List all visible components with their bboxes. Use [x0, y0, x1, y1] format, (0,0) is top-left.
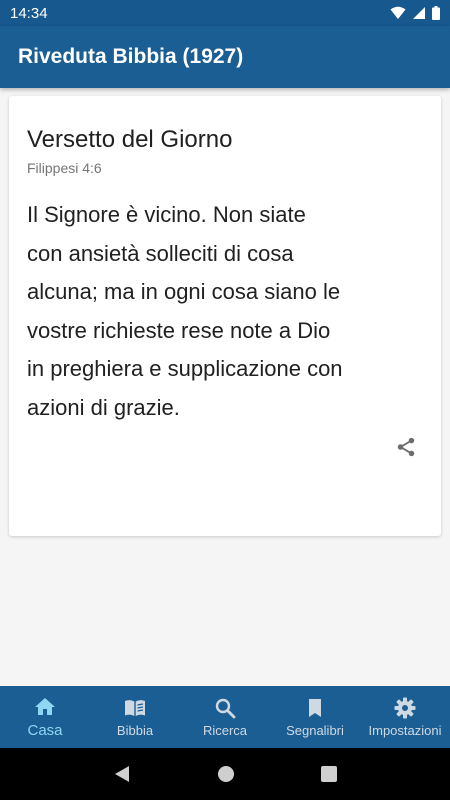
verse-line: Il Signore è vicino. Non siate	[27, 202, 306, 227]
verse-card: Versetto del Giorno Filippesi 4:6 Il Sig…	[9, 96, 441, 536]
card-title: Versetto del Giorno	[27, 126, 233, 153]
nav-label: Impostazioni	[368, 723, 442, 738]
verse-text: Il Signore è vicino. Non siate con ansie…	[27, 196, 407, 427]
verse-line: alcuna; ma in ogni cosa siano le	[27, 279, 341, 304]
verse-line: in preghiera e supplicazione con	[27, 356, 343, 381]
back-icon[interactable]	[113, 765, 131, 783]
nav-item-casa[interactable]: Casa	[0, 686, 90, 748]
app-title: Riveduta Bibbia (1927)	[18, 45, 244, 68]
verse-reference: Filippesi 4:6	[27, 160, 102, 176]
share-icon	[397, 437, 415, 457]
wifi-icon	[390, 6, 406, 19]
nav-item-bibbia[interactable]: Bibbia	[90, 686, 180, 748]
nav-label: Casa	[27, 722, 63, 739]
nav-item-segnalibri[interactable]: Segnalibri	[270, 686, 360, 748]
nav-label: Segnalibri	[286, 723, 344, 738]
signal-icon	[413, 7, 425, 19]
app-bar: Riveduta Bibbia (1927)	[0, 26, 450, 88]
nav-item-ricerca[interactable]: Ricerca	[180, 686, 270, 748]
search-icon	[215, 698, 236, 719]
nav-item-impostazioni[interactable]: Impostazioni	[360, 686, 450, 748]
status-bar: 14:34	[0, 0, 450, 26]
gear-icon	[394, 697, 416, 719]
verse-line: con ansietà solleciti di cosa	[27, 240, 294, 266]
verse-line: vostre richieste rese note a Dio	[27, 317, 331, 343]
battery-icon	[432, 6, 440, 20]
recents-icon[interactable]	[321, 766, 337, 782]
bottom-navigation: Casa Bibbia Ricerca Segnalibri Impostazi…	[0, 686, 450, 748]
home-icon	[35, 698, 55, 715]
verse-line: azioni di grazie.	[27, 394, 180, 420]
bookmark-icon	[309, 699, 321, 717]
home-circle-icon[interactable]	[217, 765, 235, 783]
nav-label: Bibbia	[116, 723, 154, 738]
status-time: 14:34	[10, 4, 48, 22]
share-button[interactable]	[393, 434, 419, 460]
book-icon	[125, 700, 145, 716]
status-icons	[390, 6, 440, 20]
system-navigation-bar	[0, 748, 450, 800]
nav-label: Ricerca	[202, 723, 248, 738]
